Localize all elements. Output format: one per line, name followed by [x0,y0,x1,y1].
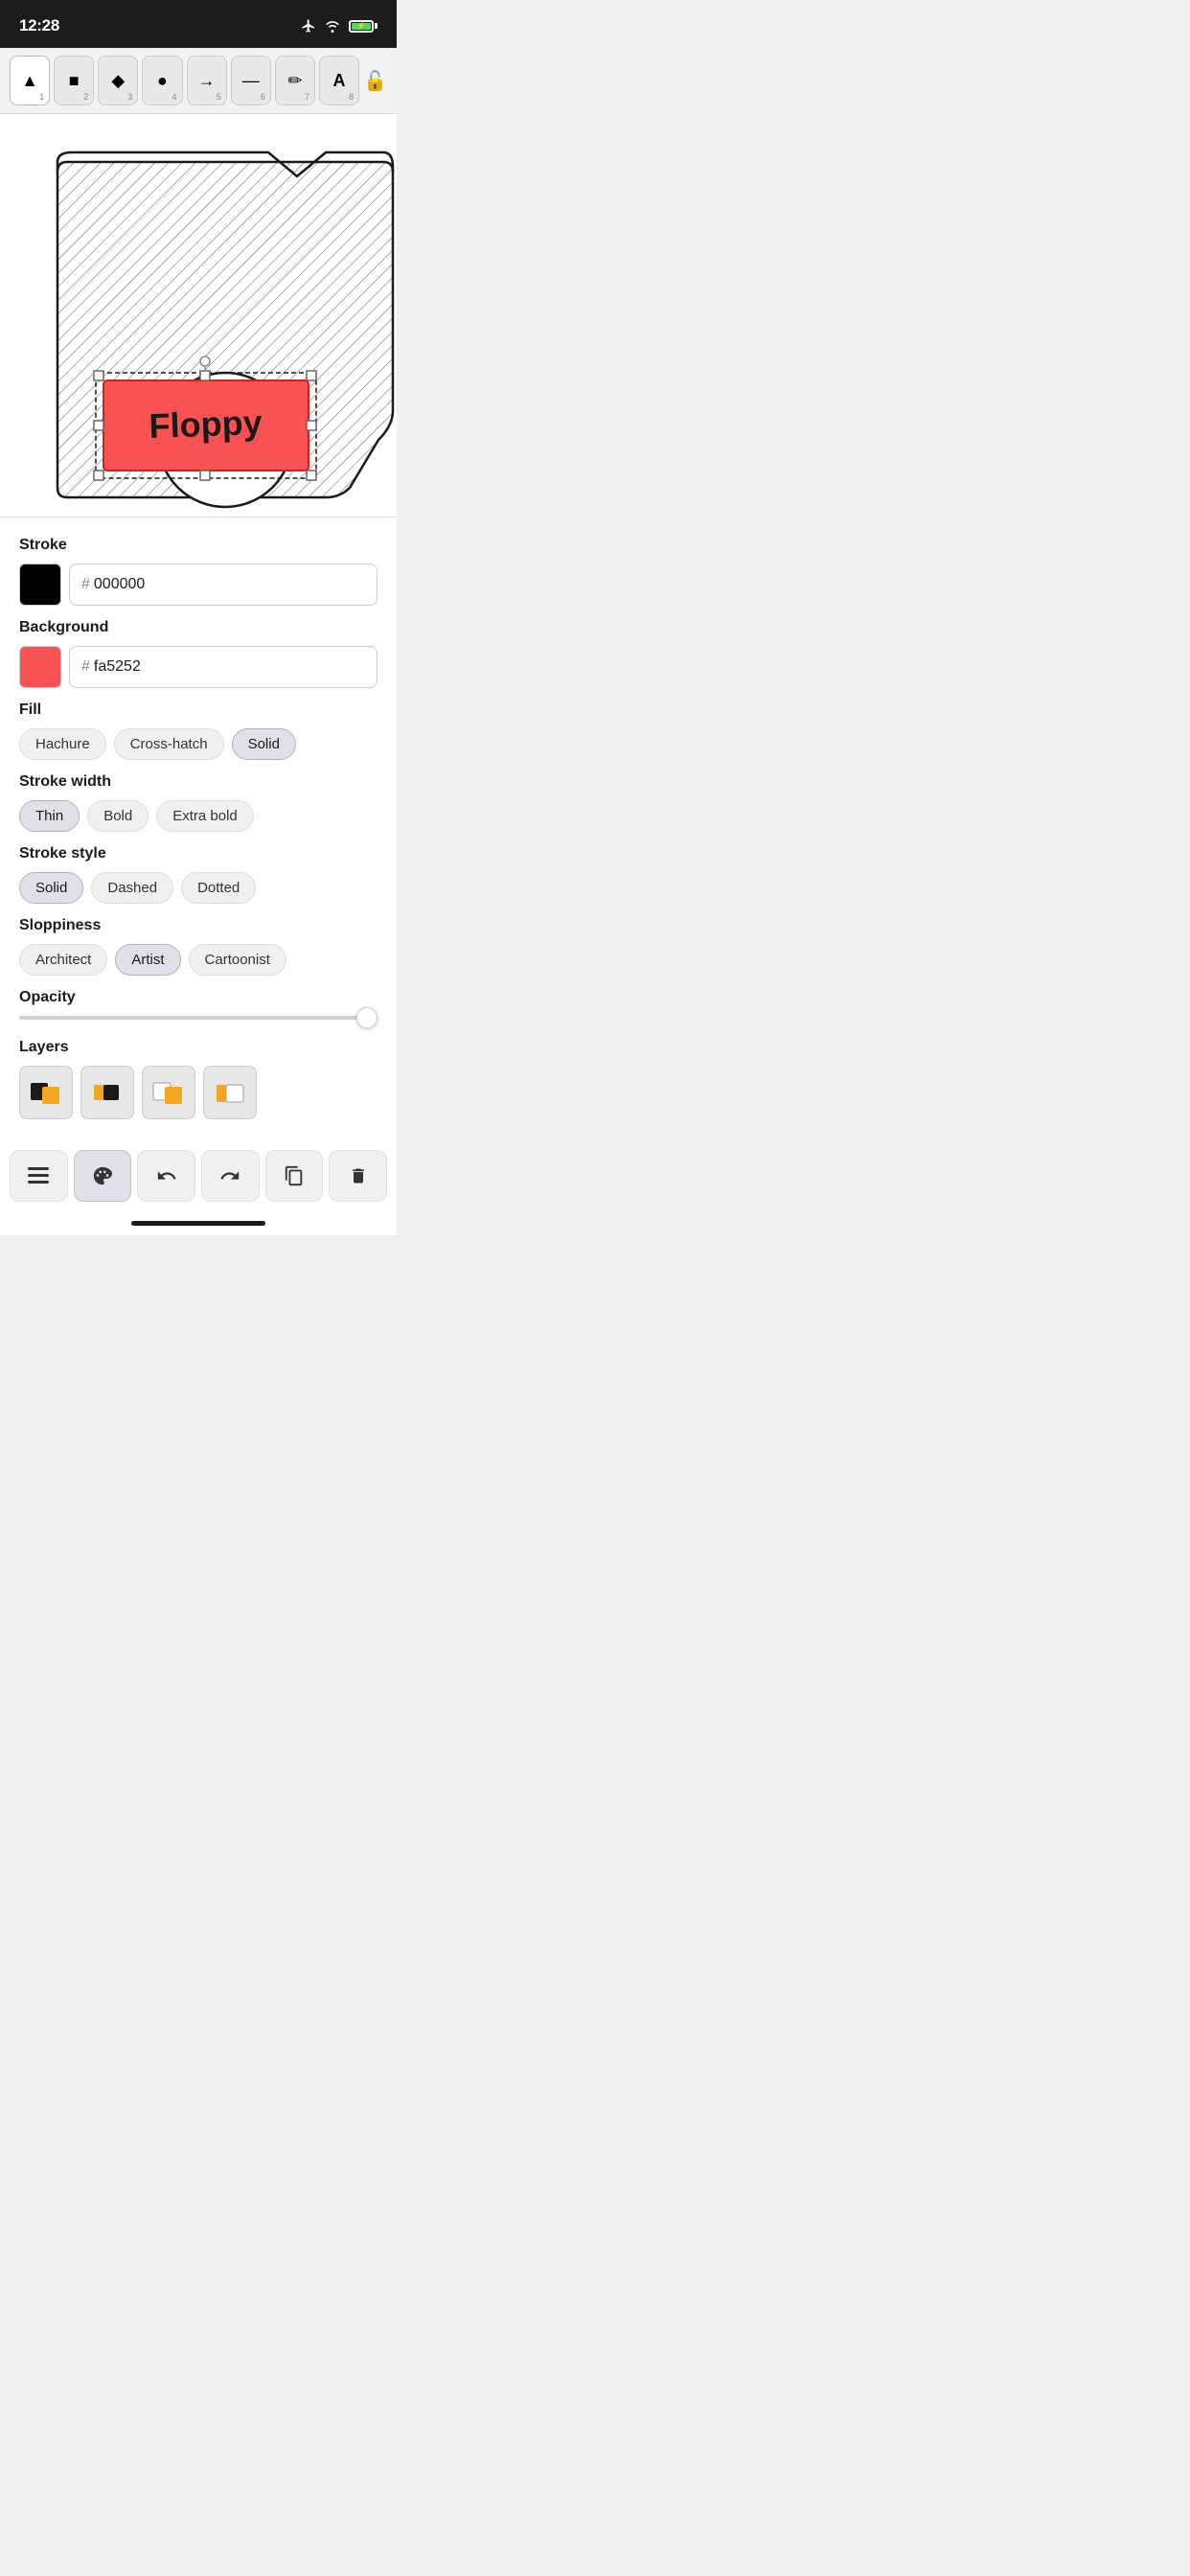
airplane-icon [301,18,316,34]
battery-icon: ⚡ [349,20,378,33]
trash-icon [349,1165,368,1186]
opacity-label: Opacity [19,989,378,1006]
status-bar: 12:28 ⚡ [0,0,397,48]
stroke-hash: # [81,576,90,593]
tool-select[interactable]: ▲ 1 [10,56,50,105]
home-bar [131,1221,265,1226]
status-icons: ⚡ [301,18,378,34]
layers-row [19,1066,378,1119]
tool-number-5: 5 [217,92,221,102]
menu-button[interactable] [10,1150,68,1202]
toolbar: ▲ 1 ■ 2 ◆ 3 ● 4 → 5 — 6 ✏ 7 A 8 🔓 [0,48,397,114]
stroke-style-chips: Solid Dashed Dotted [19,872,378,904]
action-bar [0,1142,397,1213]
stroke-width-chips: Thin Bold Extra bold [19,800,378,832]
copy-button[interactable] [265,1150,324,1202]
stroke-color-swatch[interactable] [19,564,61,606]
home-indicator [0,1213,397,1235]
redo-button[interactable] [201,1150,260,1202]
undo-button[interactable] [137,1150,195,1202]
canvas-drawing: Floppy [0,114,397,517]
layer-thumb-2[interactable] [80,1066,134,1119]
sloppiness-chip-architect[interactable]: Architect [19,944,107,976]
sloppiness-chip-artist[interactable]: Artist [115,944,180,976]
stroke-style-label: Stroke style [19,845,378,862]
tool-diamond[interactable]: ◆ 3 [98,56,138,105]
layer-thumb-4[interactable] [203,1066,257,1119]
redo-icon [219,1165,240,1186]
layers-section: Layers [19,1039,378,1119]
svg-text:Floppy: Floppy [149,402,263,446]
background-hex-value[interactable]: fa5252 [94,658,141,676]
fill-chips: Hachure Cross-hatch Solid [19,728,378,760]
stroke-color-row: # 000000 [19,564,378,606]
stroke-style-chip-dotted[interactable]: Dotted [181,872,256,904]
tool-number-1: 1 [39,92,44,102]
layers-label: Layers [19,1039,378,1056]
background-label: Background [19,619,378,636]
stroke-width-chip-thin[interactable]: Thin [19,800,80,832]
fill-label: Fill [19,702,378,719]
status-time: 12:28 [19,16,59,35]
layer-thumb-3[interactable] [142,1066,195,1119]
tool-number-3: 3 [127,92,132,102]
background-color-row: # fa5252 [19,646,378,688]
tool-number-8: 8 [349,92,354,102]
tool-number-6: 6 [261,92,265,102]
tool-number-4: 4 [172,92,177,102]
menu-icon [28,1167,49,1184]
tool-rectangle[interactable]: ■ 2 [54,56,94,105]
layer-thumb-1[interactable] [19,1066,73,1119]
background-color-swatch[interactable] [19,646,61,688]
opacity-slider-track[interactable] [19,1016,378,1020]
style-button[interactable] [74,1150,132,1202]
stroke-style-chip-dashed[interactable]: Dashed [91,872,173,904]
sloppiness-chip-cartoonist[interactable]: Cartoonist [189,944,286,976]
palette-icon [92,1165,113,1186]
copy-icon [284,1165,305,1186]
tool-number-7: 7 [305,92,309,102]
fill-chip-solid[interactable]: Solid [232,728,296,760]
tool-lock[interactable]: 🔓 [363,56,387,105]
sloppiness-chips: Architect Artist Cartoonist [19,944,378,976]
stroke-style-chip-solid[interactable]: Solid [19,872,83,904]
tool-text[interactable]: A 8 [319,56,359,105]
stroke-width-chip-extra-bold[interactable]: Extra bold [156,800,254,832]
fill-chip-cross-hatch[interactable]: Cross-hatch [114,728,224,760]
opacity-slider-thumb[interactable] [356,1007,378,1028]
tool-ellipse[interactable]: ● 4 [142,56,182,105]
tool-number-2: 2 [83,92,88,102]
stroke-width-label: Stroke width [19,773,378,791]
background-hash: # [81,658,90,676]
fill-chip-hachure[interactable]: Hachure [19,728,106,760]
opacity-slider-fill [19,1016,359,1020]
tool-arrow[interactable]: → 5 [187,56,227,105]
undo-icon [156,1165,177,1186]
tool-line[interactable]: — 6 [231,56,271,105]
stroke-label: Stroke [19,537,378,554]
background-color-input-wrapper: # fa5252 [69,646,378,688]
properties-panel: Stroke # 000000 Background # fa5252 Fill… [0,517,397,1142]
wifi-icon [324,19,341,33]
stroke-color-input-wrapper: # 000000 [69,564,378,606]
tool-pencil[interactable]: ✏ 7 [275,56,315,105]
stroke-width-chip-bold[interactable]: Bold [87,800,149,832]
stroke-hex-value[interactable]: 000000 [94,576,145,593]
delete-button[interactable] [329,1150,387,1202]
opacity-slider-container [19,1016,378,1020]
canvas-area[interactable]: Floppy [0,114,397,517]
sloppiness-label: Sloppiness [19,917,378,934]
